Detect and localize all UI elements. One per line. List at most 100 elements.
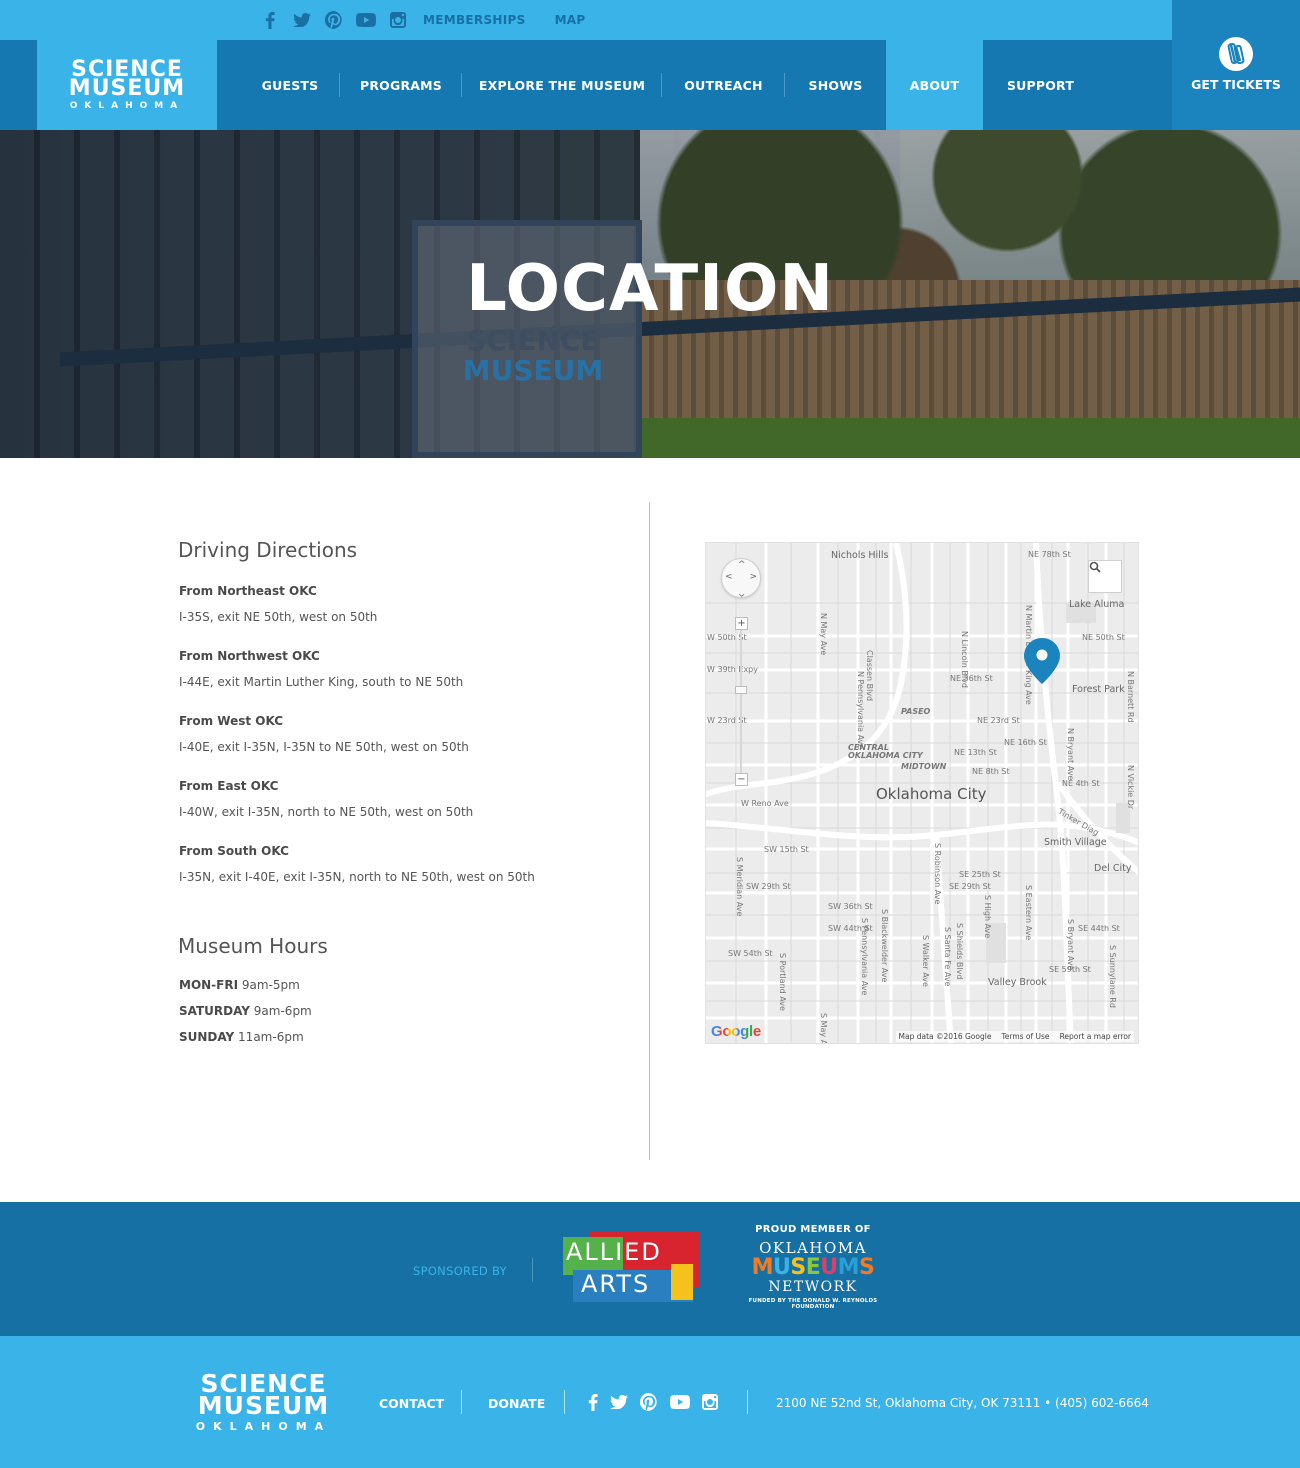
header-social-links [260,11,408,29]
footer-contact-link[interactable]: CONTACT [379,1396,444,1411]
map-street-label: N May Ave [819,613,828,656]
map-street-label: S Portland Ave [778,953,787,1011]
facebook-icon[interactable] [260,11,280,29]
instagram-icon[interactable] [702,1394,718,1415]
pan-down-icon[interactable]: ^ [738,587,746,597]
nav-about[interactable]: ABOUT [886,40,983,130]
map-report-error-link[interactable]: Report a map error [1060,1032,1131,1041]
get-tickets-button[interactable]: GET TICKETS [1172,0,1300,130]
pan-left-icon[interactable]: < [725,572,733,582]
memberships-link[interactable]: MEMBERSHIPS [423,13,526,27]
nav-support[interactable]: SUPPORT [983,40,1098,130]
omn-letter: M [837,1255,860,1280]
footer-logo[interactable]: SCIENCE MUSEUM OKLAHOMA [181,1371,346,1433]
map-street-label: S Robinson Ave [933,843,942,905]
directions-column: Driving Directions From Northeast OKC I-… [178,538,619,1056]
pinterest-icon[interactable] [639,1392,658,1416]
direction-text: I-44E, exit Martin Luther King, south to… [179,675,464,689]
map-street-label: SW 54th St [728,949,773,958]
pan-right-icon[interactable]: > [749,572,757,582]
nav-shows[interactable]: SHOWS [785,40,886,130]
map-place-label: Del City [1094,863,1132,874]
twitter-icon[interactable] [610,1395,628,1414]
hours-list: MON-FRI 9am-5pm SATURDAY 9am-6pm SUNDAY … [179,978,619,1056]
allied-arts-logo[interactable]: ALLIED ARTS [563,1232,700,1302]
location-content: Driving Directions From Northeast OKC I-… [0,458,1300,1202]
hours-row: SUNDAY 11am-6pm [179,1030,619,1056]
map-district-label: MIDTOWN [901,762,947,771]
direction-title: From West OKC [179,714,284,728]
hours-day: MON-FRI [179,978,239,992]
map-zoom-in-button[interactable]: + [735,617,748,630]
omn-letter: U [820,1255,838,1280]
map-street-label: NE 16th St [1004,738,1047,747]
logo-wordmark: SCIENCE MUSEUM OKLAHOMA [62,59,192,112]
map-pan-control[interactable]: ^ < > ^ [721,558,761,598]
hours-day: SUNDAY [179,1030,235,1044]
map-street-label: S Pennsylvania Ave [860,918,869,996]
youtube-icon[interactable] [670,1395,690,1414]
ticket-icon [1219,37,1253,71]
direction-text: I-40E, exit I-35N, I-35N to NE 50th, wes… [179,740,469,754]
nav-explore-the-museum[interactable]: EXPLORE THE MUSEUM [462,40,662,130]
pinterest-icon[interactable] [324,11,344,29]
footer-phone[interactable]: (405) 602-6664 [1055,1396,1149,1410]
map-place-label: Forest Park [1072,684,1125,695]
direction-title: From Northeast OKC [179,584,317,598]
map-street-label: N Vickie Dr [1126,765,1135,810]
map-link[interactable]: MAP [555,13,586,27]
map-city-label: Oklahoma City [876,785,987,803]
oklahoma-museums-network-logo[interactable]: PROUD MEMBER OF OKLAHOMA MUSEUMS NETWORK… [738,1224,888,1310]
nav-outreach[interactable]: OUTREACH [662,40,785,130]
pan-up-icon[interactable]: ^ [738,560,746,570]
driving-directions-heading: Driving Directions [178,538,358,562]
hours-time: 9am-5pm [241,978,300,992]
footer-divider [564,1390,565,1414]
map-search-button[interactable] [1088,560,1122,593]
map-street-label: N Lincoln Blvd [960,631,969,688]
get-tickets-label: GET TICKETS [1191,77,1281,92]
facebook-icon[interactable] [588,1393,598,1416]
instagram-icon[interactable] [388,11,408,29]
allied-line-1: ALLIED [566,1238,662,1266]
location-map[interactable]: Nichols Hills Lake Aluma Forest Park Smi… [705,542,1139,1044]
map-street-label: W 39th Expy [707,665,758,674]
map-street-label: SW 29th St [746,882,791,891]
nav-programs[interactable]: PROGRAMS [340,40,462,130]
direction-text: I-35S, exit NE 50th, west on 50th [179,610,378,624]
direction-item-northeast: From Northeast OKC I-35S, exit NE 50th, … [179,584,619,624]
direction-text: I-40W, exit I-35N, north to NE 50th, wes… [179,805,474,819]
map-zoom-out-button[interactable]: − [735,773,748,786]
twitter-icon[interactable] [292,11,312,29]
logo-line-3: OKLAHOMA [69,101,185,111]
map-street-label: S Santa Fe Ave [943,927,952,987]
map-terms-link[interactable]: Terms of Use [1001,1032,1049,1041]
map-zoom-track[interactable] [740,623,742,783]
direction-title: From East OKC [179,779,279,793]
footer-donate-link[interactable]: DONATE [488,1396,545,1411]
map-street-label: N Bryant Ave [1066,728,1075,781]
map-street-label: SW 15th St [764,845,809,854]
map-street-label: Classen Blvd [865,650,874,702]
sponsors-divider [532,1258,533,1282]
map-zoom-slider-thumb[interactable] [735,686,747,694]
map-street-label: S Eastern Ave [1024,885,1033,941]
map-street-label: S Sunnylane Rd [1108,945,1117,1008]
footer-divider [461,1390,462,1414]
map-street-label: NE 36th St [950,674,993,683]
map-place-label: Smith Village [1044,837,1107,848]
sponsors-band: SPONSORED BY ALLIED ARTS PROUD MEMBER OF… [0,1202,1300,1336]
omn-museums-wordmark: MUSEUMS [738,1257,888,1279]
footer-address: 2100 NE 52nd St, Oklahoma City, OK 73111 [776,1396,1041,1410]
omn-funded-by: FUNDED BY THE DONALD W. REYNOLDS FOUNDAT… [748,1298,878,1310]
direction-title: From South OKC [179,844,289,858]
nav-guests[interactable]: GUESTS [240,40,340,130]
direction-title: From Northwest OKC [179,649,320,663]
footer-contact-info: 2100 NE 52nd St, Oklahoma City, OK 73111… [776,1396,1149,1410]
omn-letter: M [751,1255,774,1280]
youtube-icon[interactable] [356,11,376,29]
omn-proud-member: PROUD MEMBER OF [755,1224,871,1235]
map-street-label: NE 78th St [1028,550,1071,559]
omn-network: NETWORK [768,1279,858,1295]
direction-item-northwest: From Northwest OKC I-44E, exit Martin Lu… [179,649,619,689]
